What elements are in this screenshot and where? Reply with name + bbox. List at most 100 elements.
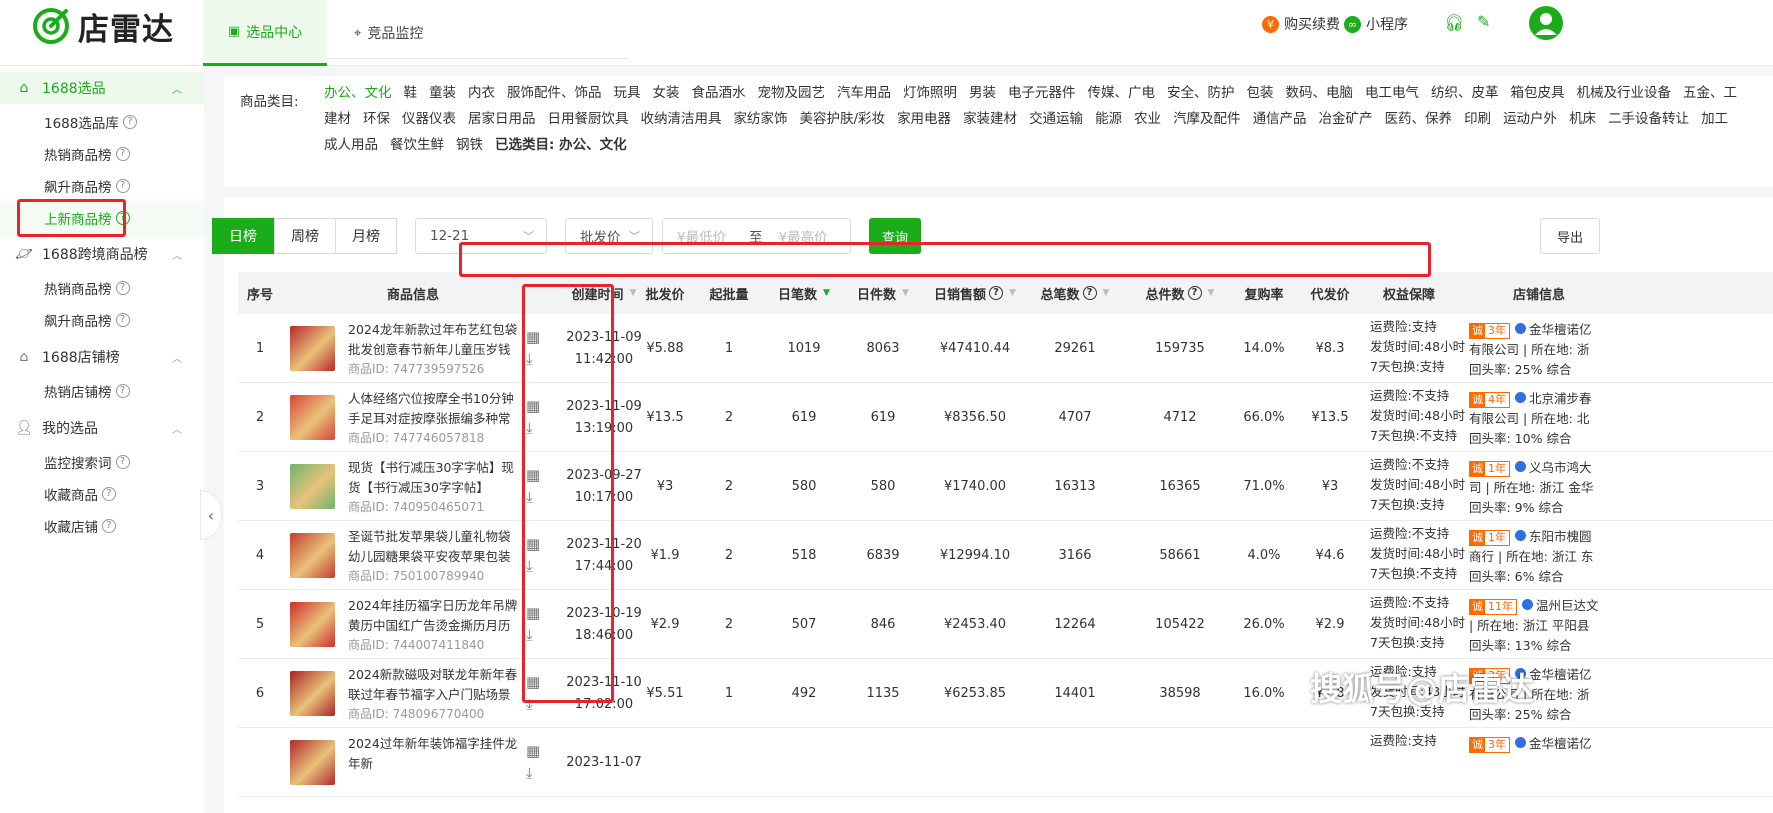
category-option[interactable]: 电子元器件 bbox=[1008, 81, 1076, 101]
category-option[interactable]: 电工电气 bbox=[1365, 81, 1419, 101]
category-option[interactable]: 鞋 bbox=[404, 81, 418, 101]
shop-info[interactable]: 诚 1年 义乌市鸿大 司 | 所在地: 浙江 金华 回头率: 9% 综合 bbox=[1469, 458, 1773, 518]
product-title[interactable]: 人体经络穴位按摩全书10分钟手足耳对症按摩张振编多种常见病对症 bbox=[348, 389, 518, 429]
category-option[interactable]: 机械及行业设备 bbox=[1577, 81, 1672, 101]
product-thumbnail[interactable] bbox=[290, 671, 335, 716]
category-option[interactable]: 传媒、广电 bbox=[1088, 81, 1156, 101]
category-option[interactable]: 包装 bbox=[1247, 81, 1274, 101]
help-icon[interactable]: ? bbox=[1082, 286, 1097, 300]
category-option[interactable]: 数码、电脑 bbox=[1286, 81, 1354, 101]
category-option[interactable]: 箱包皮具 bbox=[1511, 81, 1565, 101]
renew-link[interactable]: ¥ 购买续费 bbox=[1262, 14, 1340, 34]
sidebar-item-hot-shops[interactable]: 热销店铺榜? bbox=[44, 378, 130, 404]
sidebar-item-fav-products[interactable]: 收藏商品? bbox=[44, 481, 116, 507]
help-icon[interactable]: ? bbox=[102, 487, 116, 501]
category-option[interactable]: 男装 bbox=[969, 81, 996, 101]
category-option[interactable]: 灯饰照明 bbox=[903, 81, 957, 101]
product-thumbnail[interactable] bbox=[290, 464, 335, 509]
help-icon[interactable]: ? bbox=[1187, 286, 1202, 300]
sidebar-group-my-selection[interactable]: 👤︎ 我的选品 ︿ bbox=[0, 412, 204, 444]
sidebar-item-monitor-keywords[interactable]: 监控搜索词? bbox=[44, 449, 130, 475]
table-row[interactable]: 2 人体经络穴位按摩全书10分钟手足耳对症按摩张振编多种常见病对症 商品ID: … bbox=[238, 383, 1773, 452]
export-button[interactable]: 导出 bbox=[1540, 218, 1600, 254]
shop-info[interactable]: 诚 11年 温州巨达文 | 所在地: 浙江 平阳县 回头率: 13% 综合 bbox=[1469, 596, 1773, 656]
table-row[interactable]: 5 2024年挂历福字日历龙年吊牌黄历中国红广告烫金撕历月历皇历定制 商品ID:… bbox=[238, 590, 1773, 659]
help-icon[interactable]: ? bbox=[989, 286, 1004, 300]
category-option[interactable]: 建材 bbox=[324, 107, 351, 127]
edit-icon[interactable]: ✎ bbox=[1477, 12, 1490, 31]
category-option[interactable]: 五金、工 bbox=[1683, 81, 1737, 101]
product-title[interactable]: 2024新款磁吸对联龙年新年春联过年春节福字入户门贴场景布置装饰 bbox=[348, 665, 518, 705]
sidebar-item-crossborder-rising[interactable]: 飙升商品榜? bbox=[44, 307, 130, 333]
category-option[interactable]: 收纳清洁用具 bbox=[641, 107, 722, 127]
sidebar-group-crossborder[interactable]: 🪐︎ 1688跨境商品榜 ︿ bbox=[0, 238, 204, 270]
table-row[interactable]: 1 2024龙年新款过年布艺红包袋批发创意春节新年儿童压岁钱包利是封 商品ID:… bbox=[238, 314, 1773, 383]
category-option[interactable]: 童装 bbox=[429, 81, 456, 101]
shop-info[interactable]: 诚 4年 北京浦步春 有限公司 | 所在地: 北 回头率: 10% 综合 bbox=[1469, 389, 1773, 449]
category-option[interactable]: 冶金矿产 bbox=[1319, 107, 1373, 127]
shop-info[interactable]: 诚 3年 金华檀诺亿 有限公司 | 所在地: 浙 回头率: 25% 综合 bbox=[1469, 320, 1773, 380]
help-icon[interactable]: ? bbox=[115, 281, 130, 295]
category-option[interactable]: 机床 bbox=[1569, 107, 1596, 127]
category-option[interactable]: 二手设备转让 bbox=[1608, 107, 1689, 127]
help-icon[interactable]: ? bbox=[102, 519, 116, 533]
category-option[interactable]: 通信产品 bbox=[1253, 107, 1307, 127]
product-thumbnail[interactable] bbox=[290, 533, 335, 578]
product-thumbnail[interactable] bbox=[290, 326, 335, 371]
brand-logo[interactable]: 店雷达 bbox=[32, 6, 174, 48]
category-option[interactable]: 女装 bbox=[653, 81, 680, 101]
help-icon[interactable]: ? bbox=[115, 384, 130, 398]
tab-competitor-monitor[interactable]: ⌖ 竞品监控 bbox=[354, 0, 423, 66]
sidebar-item-rising-products[interactable]: 飙升商品榜? bbox=[44, 173, 130, 199]
category-option[interactable]: 加工 bbox=[1701, 107, 1728, 127]
sidebar-item-hot-products[interactable]: 热销商品榜? bbox=[44, 141, 130, 167]
category-option[interactable]: 居家日用品 bbox=[468, 107, 536, 127]
download-icon[interactable]: ⤓ bbox=[526, 764, 533, 782]
range-month-button[interactable]: 月榜 bbox=[335, 218, 397, 254]
table-row[interactable]: 2024过年新年装饰福字挂件龙年新 ▦ ⤓ 2023-11-07 运费险:支持 … bbox=[238, 728, 1773, 797]
category-option[interactable]: 餐饮生鲜 bbox=[390, 133, 444, 153]
category-option[interactable]: 能源 bbox=[1095, 107, 1122, 127]
help-icon[interactable]: ? bbox=[115, 313, 130, 327]
headset-icon[interactable]: 🎧︎ bbox=[1444, 13, 1464, 32]
miniprogram-link[interactable]: ∞ 小程序 bbox=[1344, 14, 1408, 34]
range-week-button[interactable]: 周榜 bbox=[274, 218, 336, 254]
category-option[interactable]: 仪器仪表 bbox=[402, 107, 456, 127]
help-icon[interactable]: ? bbox=[115, 455, 130, 469]
sidebar-item-1688-library[interactable]: 1688选品库? bbox=[44, 109, 137, 135]
category-option[interactable]: 家用电器 bbox=[897, 107, 951, 127]
help-icon[interactable]: ? bbox=[115, 147, 130, 161]
category-option[interactable]: 交通运输 bbox=[1029, 107, 1083, 127]
help-icon[interactable]: ? bbox=[122, 115, 137, 129]
product-thumbnail[interactable] bbox=[290, 740, 335, 785]
table-row[interactable]: 3 现货【书行减压30字字帖】现货【书行减压30字字帖】 商品ID: 74095… bbox=[238, 452, 1773, 521]
help-icon[interactable]: ? bbox=[115, 179, 130, 193]
category-option[interactable]: 日用餐厨饮具 bbox=[548, 107, 629, 127]
category-option[interactable]: 成人用品 bbox=[324, 133, 378, 153]
product-title[interactable]: 2024过年新年装饰福字挂件龙年新 bbox=[348, 734, 518, 774]
category-option[interactable]: 环保 bbox=[363, 107, 390, 127]
category-option[interactable]: 办公、文化 bbox=[324, 81, 392, 101]
category-option[interactable]: 运动户外 bbox=[1503, 107, 1557, 127]
sidebar-collapse-toggle[interactable]: ‹ bbox=[200, 490, 222, 540]
table-row[interactable]: 6 2024新款磁吸对联龙年新年春联过年春节福字入户门贴场景布置装饰 商品ID:… bbox=[238, 659, 1773, 728]
shop-info[interactable]: 诚 1年 东阳市槐圆 商行 | 所在地: 浙江 东 回头率: 6% 综合 bbox=[1469, 527, 1773, 587]
product-title[interactable]: 现货【书行减压30字字帖】现货【书行减压30字字帖】 bbox=[348, 458, 518, 498]
sidebar-item-fav-shops[interactable]: 收藏店铺? bbox=[44, 513, 116, 539]
category-option[interactable]: 医药、保养 bbox=[1385, 107, 1453, 127]
sidebar-item-crossborder-hot[interactable]: 热销商品榜? bbox=[44, 275, 130, 301]
product-thumbnail[interactable] bbox=[290, 602, 335, 647]
user-avatar-icon[interactable] bbox=[1529, 6, 1563, 40]
product-title[interactable]: 2024年挂历福字日历龙年吊牌黄历中国红广告烫金撕历月历皇历定制 bbox=[348, 596, 518, 636]
category-option[interactable]: 纺织、皮革 bbox=[1431, 81, 1499, 101]
category-option[interactable]: 家装建材 bbox=[963, 107, 1017, 127]
category-option[interactable]: 印刷 bbox=[1464, 107, 1491, 127]
category-option[interactable]: 钢铁 bbox=[456, 133, 483, 153]
product-thumbnail[interactable] bbox=[290, 395, 335, 440]
category-option[interactable]: 汽摩及配件 bbox=[1173, 107, 1241, 127]
product-title[interactable]: 2024龙年新款过年布艺红包袋批发创意春节新年儿童压岁钱包利是封 bbox=[348, 320, 518, 360]
category-option[interactable]: 美容护肤/彩妆 bbox=[800, 107, 886, 127]
tab-product-selection[interactable]: ▣ 选品中心 bbox=[203, 0, 327, 66]
category-option[interactable]: 食品酒水 bbox=[692, 81, 746, 101]
category-option[interactable]: 农业 bbox=[1134, 107, 1161, 127]
